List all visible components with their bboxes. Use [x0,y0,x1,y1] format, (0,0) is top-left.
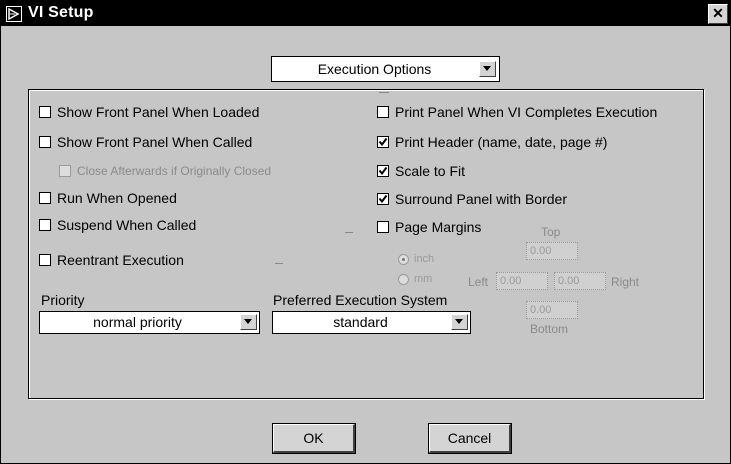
checkbox-label: Run When Opened [57,190,177,206]
category-select[interactable]: Execution Options [271,56,500,82]
chevron-down-icon[interactable] [479,61,496,77]
checkbox-show-front-panel-called[interactable]: Show Front Panel When Called [39,134,252,150]
checkbox-run-when-opened[interactable]: Run When Opened [39,190,177,206]
checkmark-icon [378,194,388,204]
checkbox-label: Close Afterwards if Originally Closed [77,164,272,178]
priority-select-value: normal priority [93,314,182,330]
checkbox-label: Page Margins [395,219,482,235]
chevron-down-icon[interactable] [451,314,468,330]
cancel-button[interactable]: Cancel [429,424,511,453]
radio-label: inch [414,253,435,265]
radio-inch: inch [398,253,434,265]
checkbox-box[interactable] [39,192,51,204]
priority-select[interactable]: normal priority [39,311,260,334]
checkbox-page-margins[interactable]: Page Margins [377,219,481,235]
checkbox-box[interactable] [377,165,389,177]
exec-system-label: Preferred Execution System [273,292,448,308]
radio-dot [398,253,409,265]
checkbox-box[interactable] [39,106,51,118]
checkbox-box[interactable] [377,221,389,233]
margin-bottom-label: Bottom [530,322,569,336]
checkbox-print-panel-completes[interactable]: Print Panel When VI Completes Execution [377,104,657,120]
window-title: VI Setup [28,4,94,21]
radio-label: mm [414,273,433,285]
labview-vi-icon [6,6,22,22]
radio-dot [398,273,409,285]
ok-button[interactable]: OK [273,424,355,453]
margin-right-label: Right [611,275,640,289]
checkbox-show-front-panel-loaded[interactable]: Show Front Panel When Loaded [39,104,259,120]
checkbox-label: Surround Panel with Border [395,191,567,207]
checkbox-box[interactable] [39,254,51,266]
priority-label: Priority [41,292,85,308]
margin-left-label: Left [468,275,489,289]
checkbox-box[interactable] [377,136,389,148]
checkbox-box[interactable] [377,106,389,118]
radio-mm: mm [398,273,432,285]
exec-system-select[interactable]: standard [272,311,471,334]
checkbox-close-afterwards: Close Afterwards if Originally Closed [59,164,271,178]
checkbox-scale-to-fit[interactable]: Scale to Fit [377,163,465,179]
checkbox-box[interactable] [39,136,51,148]
title-bar: VI Setup ✕ [1,1,730,26]
checkbox-reentrant-execution[interactable]: Reentrant Execution [39,252,184,268]
checkbox-box[interactable] [377,193,389,205]
checkbox-box-disabled [59,165,71,177]
checkbox-label: Show Front Panel When Called [57,134,253,150]
checkmark-icon [378,137,388,147]
margin-top-field: 0.00 [526,242,578,260]
close-icon[interactable]: ✕ [708,4,728,24]
category-select-value: Execution Options [317,61,432,77]
margin-top-label: Top [541,225,561,239]
checkbox-surround-border[interactable]: Surround Panel with Border [377,191,567,207]
checkmark-icon [378,166,388,176]
checkbox-suspend-when-called[interactable]: Suspend When Called [39,217,196,233]
margin-bottom-field: 0.00 [526,301,578,319]
checkbox-label: Suspend When Called [57,217,197,233]
margin-right-field: 0.00 [554,272,606,290]
vi-setup-dialog: VI Setup ✕ Execution Options Show Front … [0,0,731,464]
separator-tick [275,263,283,264]
checkbox-label: Scale to Fit [395,163,466,179]
checkbox-label: Reentrant Execution [57,252,184,268]
checkbox-box[interactable] [39,219,51,231]
exec-system-select-value: standard [333,314,388,330]
checkbox-label: Print Header (name, date, page #) [395,134,608,150]
chevron-down-icon[interactable] [240,314,257,330]
checkbox-label: Print Panel When VI Completes Execution [395,104,658,120]
checkbox-print-header[interactable]: Print Header (name, date, page #) [377,134,607,150]
checkbox-label: Show Front Panel When Loaded [57,104,260,120]
separator-tick [345,232,353,233]
margin-left-field: 0.00 [496,272,548,290]
